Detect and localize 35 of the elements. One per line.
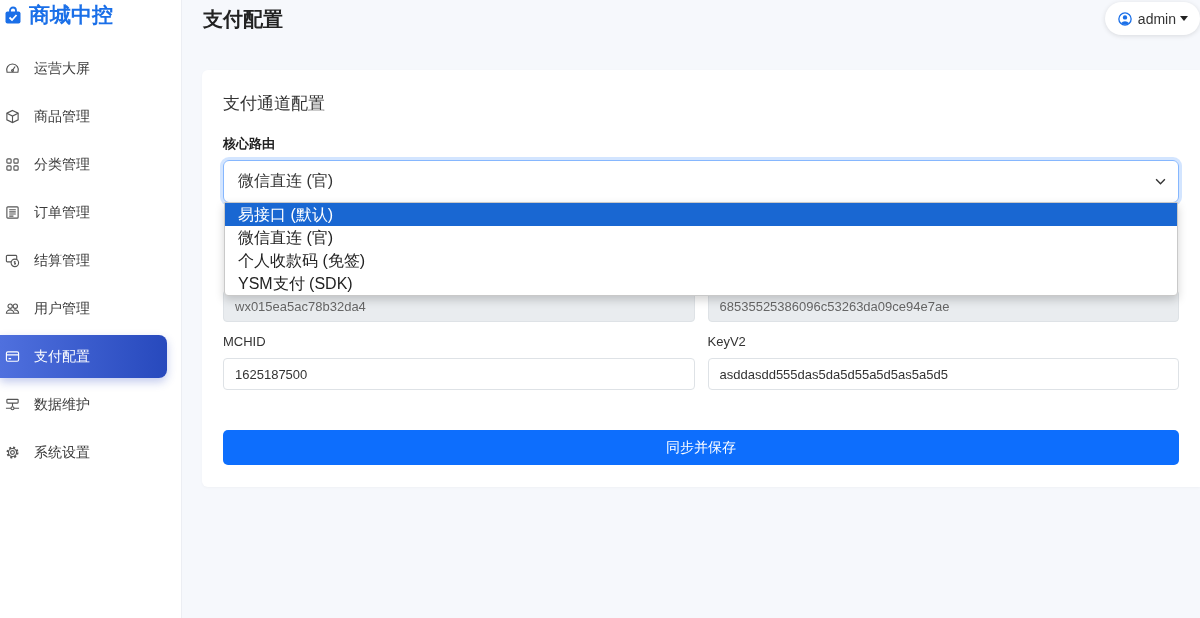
sidebar-item[interactable]: 商品管理 bbox=[0, 95, 167, 138]
cube-icon bbox=[5, 109, 20, 124]
dropdown-option[interactable]: 个人收款码 (免签) bbox=[225, 249, 1177, 272]
sidebar-item[interactable]: 结算管理 bbox=[0, 239, 167, 282]
save-button[interactable]: 同步并保存 bbox=[223, 430, 1179, 465]
document-icon bbox=[5, 205, 20, 220]
settings-icon bbox=[5, 445, 20, 460]
section-title: 支付通道配置 bbox=[223, 93, 326, 115]
card-icon bbox=[5, 349, 20, 364]
logo-text: 商城中控 bbox=[29, 1, 113, 28]
dropdown-option[interactable]: 微信直连 (官) bbox=[225, 226, 1177, 249]
sidebar-item[interactable]: 系统设置 bbox=[0, 431, 167, 474]
sidebar-item[interactable]: 支付配置 bbox=[0, 335, 167, 378]
users-icon bbox=[5, 301, 20, 316]
sidebar-item[interactable]: 用户管理 bbox=[0, 287, 167, 330]
field-label: MCHID bbox=[223, 333, 267, 351]
field-label: KeyV2 bbox=[707, 333, 747, 351]
sidebar-item[interactable]: 数据维护 bbox=[0, 383, 167, 426]
text-field[interactable]: asddasdd555das5da5d55a5d5as5a5d5 bbox=[707, 358, 1179, 390]
sidebar-item[interactable]: 运营大屏 bbox=[0, 47, 167, 90]
page-title: 支付配置 bbox=[203, 7, 283, 32]
sidebar-item[interactable]: 分类管理 bbox=[0, 143, 167, 186]
grid-icon bbox=[5, 157, 20, 172]
gauge-icon bbox=[5, 61, 20, 76]
bill-icon bbox=[5, 253, 20, 268]
user-icon bbox=[1117, 11, 1132, 26]
text-field[interactable]: 1625187500 bbox=[223, 358, 695, 390]
network-icon bbox=[5, 397, 20, 412]
caret-icon bbox=[1180, 16, 1188, 21]
field-label: 核心路由 bbox=[223, 135, 276, 153]
chevron-down-icon bbox=[1155, 178, 1166, 185]
user-menu-button[interactable]: admin bbox=[1104, 2, 1200, 35]
dropdown-option[interactable]: 易接口 (默认) bbox=[225, 203, 1177, 226]
sidebar-item[interactable]: 订单管理 bbox=[0, 191, 167, 234]
shopping-bag-icon bbox=[5, 5, 21, 24]
